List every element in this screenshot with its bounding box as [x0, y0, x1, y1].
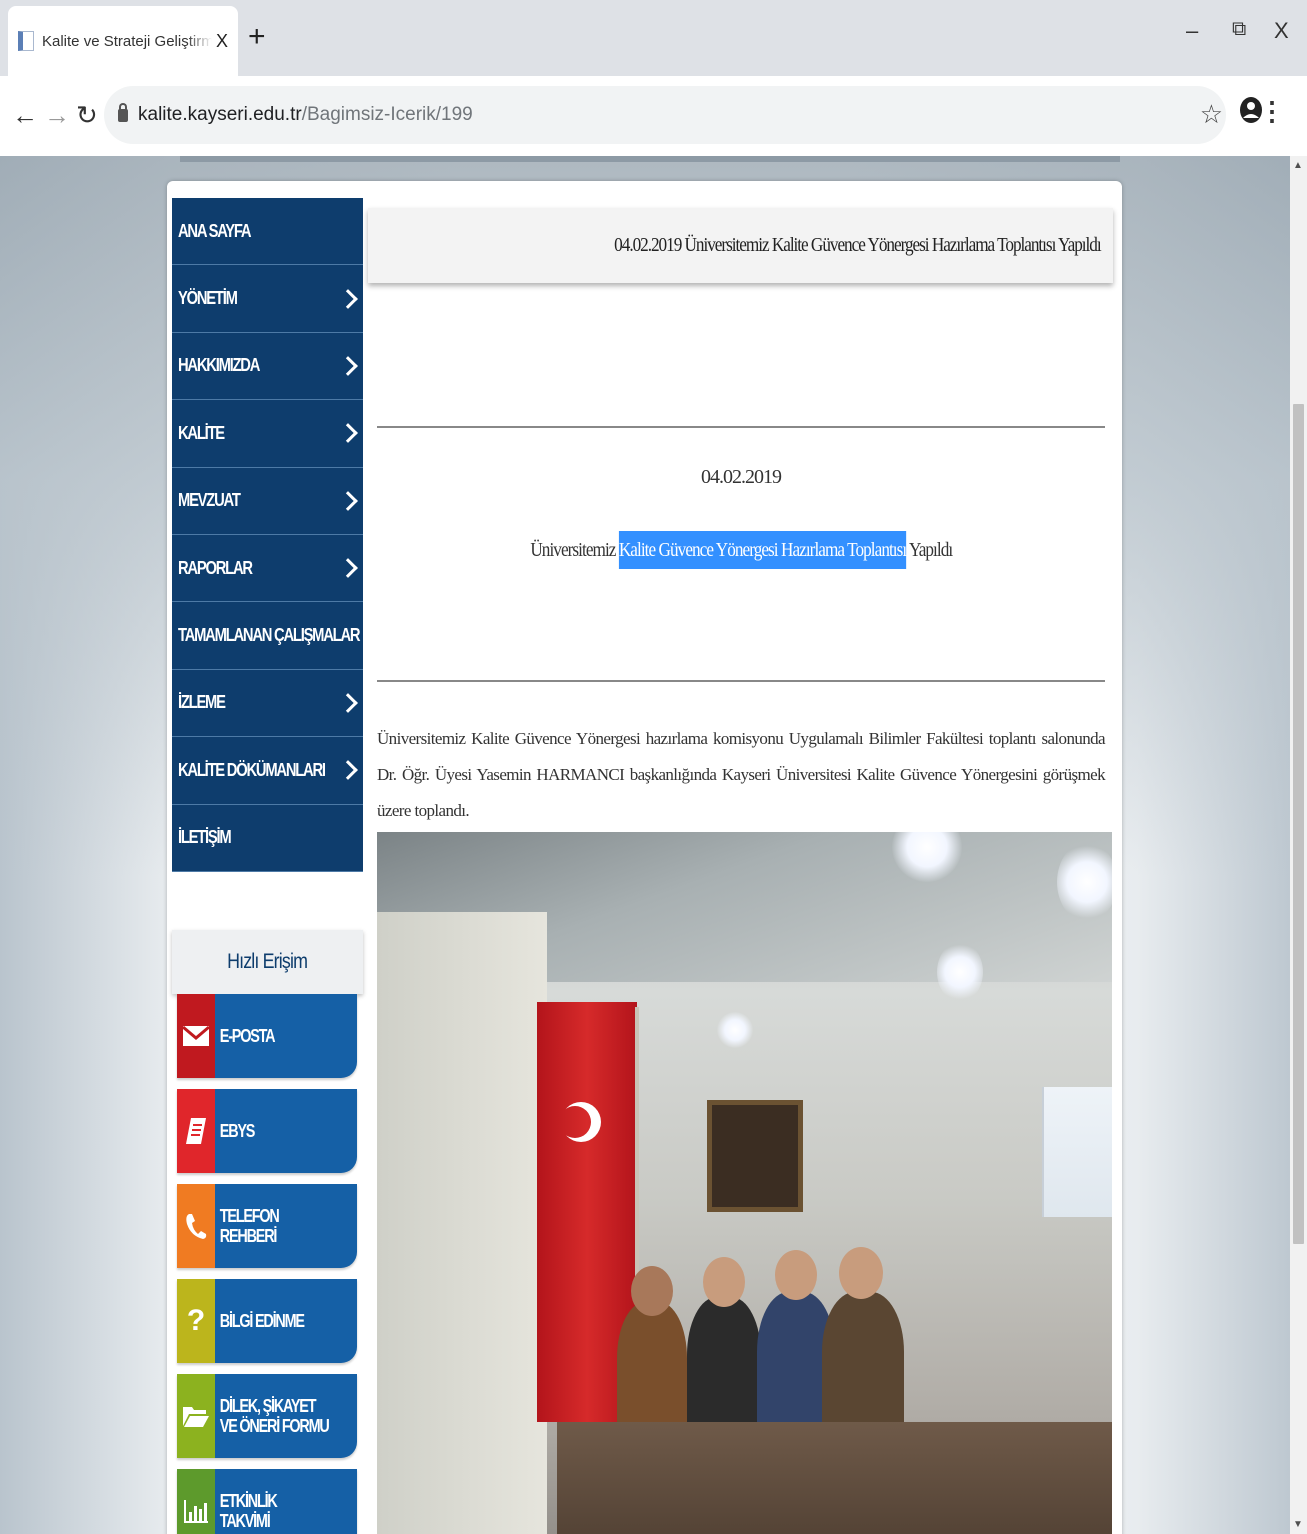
document-icon	[177, 1088, 215, 1173]
tab-close-icon[interactable]: X	[216, 31, 228, 52]
headline-text: Üniversitemiz	[530, 539, 619, 561]
quick-link-etkinlik-takvimi[interactable]: ETKİNLİK TAKVİMİ	[177, 1468, 357, 1534]
quick-link-label: E-POSTA	[219, 1025, 276, 1046]
headline-text: Yapıldı	[905, 539, 953, 561]
article-body: Üniversitemiz Kalite Güvence Yönergesi h…	[377, 729, 1106, 820]
phone-icon	[177, 1183, 215, 1268]
scroll-thumb[interactable]	[1293, 404, 1304, 1244]
nav-item-label: YÖNETİM	[178, 288, 238, 309]
browser-tab[interactable]: Kalite ve Strateji Geliştirme Uygul X	[8, 6, 238, 76]
window-minimize-button[interactable]: –	[1186, 18, 1198, 44]
header-edge	[180, 156, 1120, 162]
nav-item-label: RAPORLAR	[178, 557, 253, 578]
divider	[377, 426, 1105, 428]
nav-item-raporlar[interactable]: RAPORLAR	[172, 534, 363, 603]
window-close-button[interactable]: X	[1274, 18, 1289, 44]
meeting-photo	[377, 832, 1112, 1534]
window-restore-button[interactable]: ⧉	[1232, 18, 1246, 41]
page-container: ANA SAYFA YÖNETİM HAKKIMIZDA KALİTE MEVZ…	[167, 181, 1122, 1534]
nav-item-ana-sayfa[interactable]: ANA SAYFA	[172, 198, 363, 266]
quick-link-label: DİLEK, ŞİKAYET VE ÖNERİ FORMU	[219, 1395, 330, 1436]
back-arrow-icon[interactable]: ←	[12, 100, 38, 131]
quick-access-title: Hızlı Erişim	[227, 949, 308, 973]
question-icon: ?	[177, 1278, 215, 1363]
url-host: kalite.kayseri.edu.tr	[138, 104, 302, 125]
chevron-right-icon	[338, 558, 358, 579]
lock-icon	[118, 102, 128, 122]
nav-item-label: KALİTE	[178, 422, 225, 443]
nav-item-yonetim[interactable]: YÖNETİM	[172, 265, 363, 333]
browser-toolbar: ← → ↻ kalite.kayseri.edu.tr/Bagimsiz-Ice…	[0, 76, 1307, 156]
sidebar: ANA SAYFA YÖNETİM HAKKIMIZDA KALİTE MEVZ…	[172, 198, 363, 1534]
article-headline: Üniversitemiz Kalite Güvence Yönergesi H…	[377, 531, 1105, 569]
quick-link-bilgi-edinme[interactable]: ? BİLGİ EDİNME	[177, 1278, 357, 1363]
nav-item-label: İLETİŞİM	[178, 827, 232, 848]
chevron-right-icon	[338, 288, 358, 309]
quick-link-ebys[interactable]: EBYS	[177, 1088, 357, 1173]
quick-link-e-posta[interactable]: E-POSTA	[177, 993, 357, 1078]
nav-item-label: HAKKIMIZDA	[178, 355, 260, 376]
url-path: /Bagimsiz-Icerik/199	[301, 104, 473, 125]
scroll-up-arrow-icon[interactable]: ▲	[1293, 160, 1303, 171]
chevron-right-icon	[338, 490, 358, 511]
nav-item-kalite-dokumanlari[interactable]: KALİTE DÖKÜMANLARI	[172, 737, 363, 805]
new-tab-button[interactable]: +	[248, 22, 266, 52]
chevron-right-icon	[338, 760, 358, 781]
address-bar[interactable]: kalite.kayseri.edu.tr/Bagimsiz-Icerik/19…	[104, 86, 1226, 144]
nav-item-label: ANA SAYFA	[178, 220, 252, 241]
forward-arrow-icon[interactable]: →	[44, 100, 70, 131]
quick-access-list: E-POSTA EBYS TELEFON REHBERİ ? BİLGİ EDİ…	[172, 993, 363, 1534]
nav-item-label: KALİTE DÖKÜMANLARI	[178, 759, 326, 780]
envelope-icon	[177, 993, 215, 1078]
quick-access-header: Hızlı Erişim	[172, 929, 363, 994]
article-date: 04.02.2019	[701, 466, 782, 488]
chevron-right-icon	[338, 693, 358, 713]
divider	[377, 680, 1105, 682]
nav-item-label: İZLEME	[178, 692, 226, 713]
browser-menu-icon[interactable]: ⋮	[1259, 96, 1285, 127]
nav-item-mevzuat[interactable]: MEVZUAT	[172, 467, 363, 535]
quick-link-label: ETKİNLİK TAKVİMİ	[219, 1490, 278, 1531]
page-favicon-icon	[18, 31, 34, 51]
page-viewport: ANA SAYFA YÖNETİM HAKKIMIZDA KALİTE MEVZ…	[0, 156, 1307, 1534]
bar-chart-icon	[177, 1468, 215, 1534]
chevron-right-icon	[338, 423, 358, 444]
folder-icon	[177, 1373, 215, 1458]
article-title-bar: 04.02.2019 Üniversitemiz Kalite Güvence …	[368, 208, 1113, 283]
nav-item-izleme[interactable]: İZLEME	[172, 669, 363, 738]
tab-title: Kalite ve Strateji Geliştirme Uygul	[42, 32, 212, 50]
quick-link-label: EBYS	[219, 1120, 256, 1141]
scroll-down-arrow-icon[interactable]: ▼	[1293, 1519, 1303, 1530]
quick-link-label: BİLGİ EDİNME	[219, 1310, 305, 1331]
browser-tab-strip: Kalite ve Strateji Geliştirme Uygul X + …	[0, 0, 1307, 76]
article-title: 04.02.2019 Üniversitemiz Kalite Güvence …	[614, 234, 1102, 256]
selected-text-highlight: Kalite Güvence Yönergesi Hazırlama Topla…	[618, 531, 907, 569]
nav-item-iletisim[interactable]: İLETİŞİM	[172, 804, 363, 872]
quick-link-dilek-sikayet[interactable]: DİLEK, ŞİKAYET VE ÖNERİ FORMU	[177, 1373, 357, 1458]
chevron-right-icon	[338, 356, 358, 376]
nav-item-label: MEVZUAT	[178, 490, 241, 511]
nav-item-label: TAMAMLANAN ÇALIŞMALAR	[178, 625, 361, 646]
quick-link-label: TELEFON REHBERİ	[219, 1205, 280, 1246]
nav-item-tamamlanan-calismalar[interactable]: TAMAMLANAN ÇALIŞMALAR	[172, 602, 363, 670]
reload-icon[interactable]: ↻	[76, 100, 98, 131]
quick-link-telefon-rehberi[interactable]: TELEFON REHBERİ	[177, 1183, 357, 1268]
bookmark-star-icon[interactable]: ☆	[1200, 99, 1223, 130]
nav-item-hakkimizda[interactable]: HAKKIMIZDA	[172, 332, 363, 401]
nav-item-kalite[interactable]: KALİTE	[172, 400, 363, 468]
page-scrollbar[interactable]: ▲ ▼	[1290, 156, 1307, 1534]
